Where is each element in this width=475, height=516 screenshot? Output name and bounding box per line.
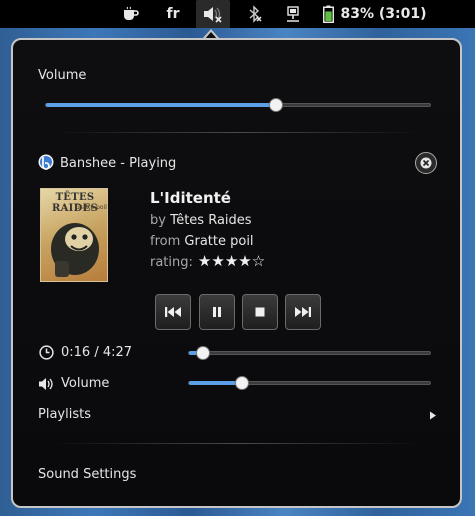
- submenu-arrow-icon: [430, 411, 436, 420]
- pause-button[interactable]: [199, 294, 235, 330]
- album-art-subtitle: Gratte poil: [75, 204, 107, 211]
- separator: [53, 443, 423, 444]
- album-art-illustration: [51, 223, 99, 277]
- playlists-menu-item[interactable]: Playlists: [25, 400, 440, 428]
- master-volume-slider-handle[interactable]: [269, 98, 284, 112]
- stop-icon: [255, 307, 265, 317]
- skip-next-icon: [295, 307, 311, 317]
- master-volume-label: Volume: [38, 68, 87, 83]
- speaker-muted-icon: [204, 7, 222, 23]
- player-name-label: Banshee - Playing: [60, 156, 177, 171]
- playback-time-label: 0:16 / 4:27: [61, 345, 133, 360]
- volume-menu-button[interactable]: [196, 0, 230, 28]
- master-volume-slider-fill: [46, 103, 277, 107]
- previous-track-button[interactable]: [155, 294, 191, 330]
- playback-position-slider[interactable]: [188, 346, 431, 360]
- skip-previous-icon: [165, 307, 181, 317]
- player-volume-slider[interactable]: [188, 376, 431, 390]
- top-panel: fr 83% (3:01): [0, 0, 475, 28]
- artist-prefix: by: [150, 213, 166, 228]
- close-player-button[interactable]: [415, 152, 437, 174]
- master-volume-slider[interactable]: [45, 98, 431, 112]
- star-filled-icon[interactable]: ★: [225, 252, 238, 270]
- bluetooth-disabled-icon[interactable]: [242, 0, 268, 28]
- playlists-label: Playlists: [38, 407, 91, 422]
- next-track-button[interactable]: [285, 294, 321, 330]
- playback-position-handle[interactable]: [196, 346, 211, 360]
- player-volume-handle[interactable]: [235, 376, 250, 390]
- close-icon: [420, 157, 432, 169]
- battery-status-label: 83% (3:01): [340, 6, 427, 22]
- separator: [53, 132, 423, 133]
- star-filled-icon[interactable]: ★: [238, 252, 251, 270]
- keyboard-layout-label: fr: [166, 6, 180, 22]
- track-artist: Têtes Raides: [170, 213, 252, 228]
- keyboard-layout-indicator[interactable]: fr: [158, 0, 188, 28]
- track-album: Gratte poil: [184, 234, 254, 249]
- star-empty-icon[interactable]: ☆: [252, 252, 265, 270]
- network-wired-icon[interactable]: [280, 0, 306, 28]
- battery-indicator[interactable]: 83% (3:01): [322, 0, 428, 28]
- star-filled-icon[interactable]: ★: [211, 252, 224, 270]
- rating-stars[interactable]: ★★★★☆: [198, 254, 265, 270]
- clock-icon: [39, 345, 55, 361]
- sound-settings-menu-item[interactable]: Sound Settings: [25, 460, 440, 488]
- speaker-icon: [38, 376, 56, 390]
- album-art: TÊTES RAIDES Gratte poil: [40, 188, 108, 282]
- rating-label: rating:: [150, 254, 193, 270]
- coffee-cup-icon[interactable]: [112, 0, 150, 28]
- sound-settings-label: Sound Settings: [38, 467, 137, 482]
- banshee-app-icon: [38, 154, 56, 172]
- battery-icon: [323, 5, 335, 23]
- player-volume-label: Volume: [61, 376, 110, 391]
- track-title: L'Iditenté: [150, 189, 231, 207]
- album-prefix: from: [150, 234, 181, 249]
- pause-icon: [213, 307, 221, 317]
- star-filled-icon[interactable]: ★: [198, 252, 211, 270]
- stop-button[interactable]: [242, 294, 278, 330]
- volume-menu-popup: Volume Banshee - Playing TÊTES RAIDES Gr…: [11, 38, 462, 508]
